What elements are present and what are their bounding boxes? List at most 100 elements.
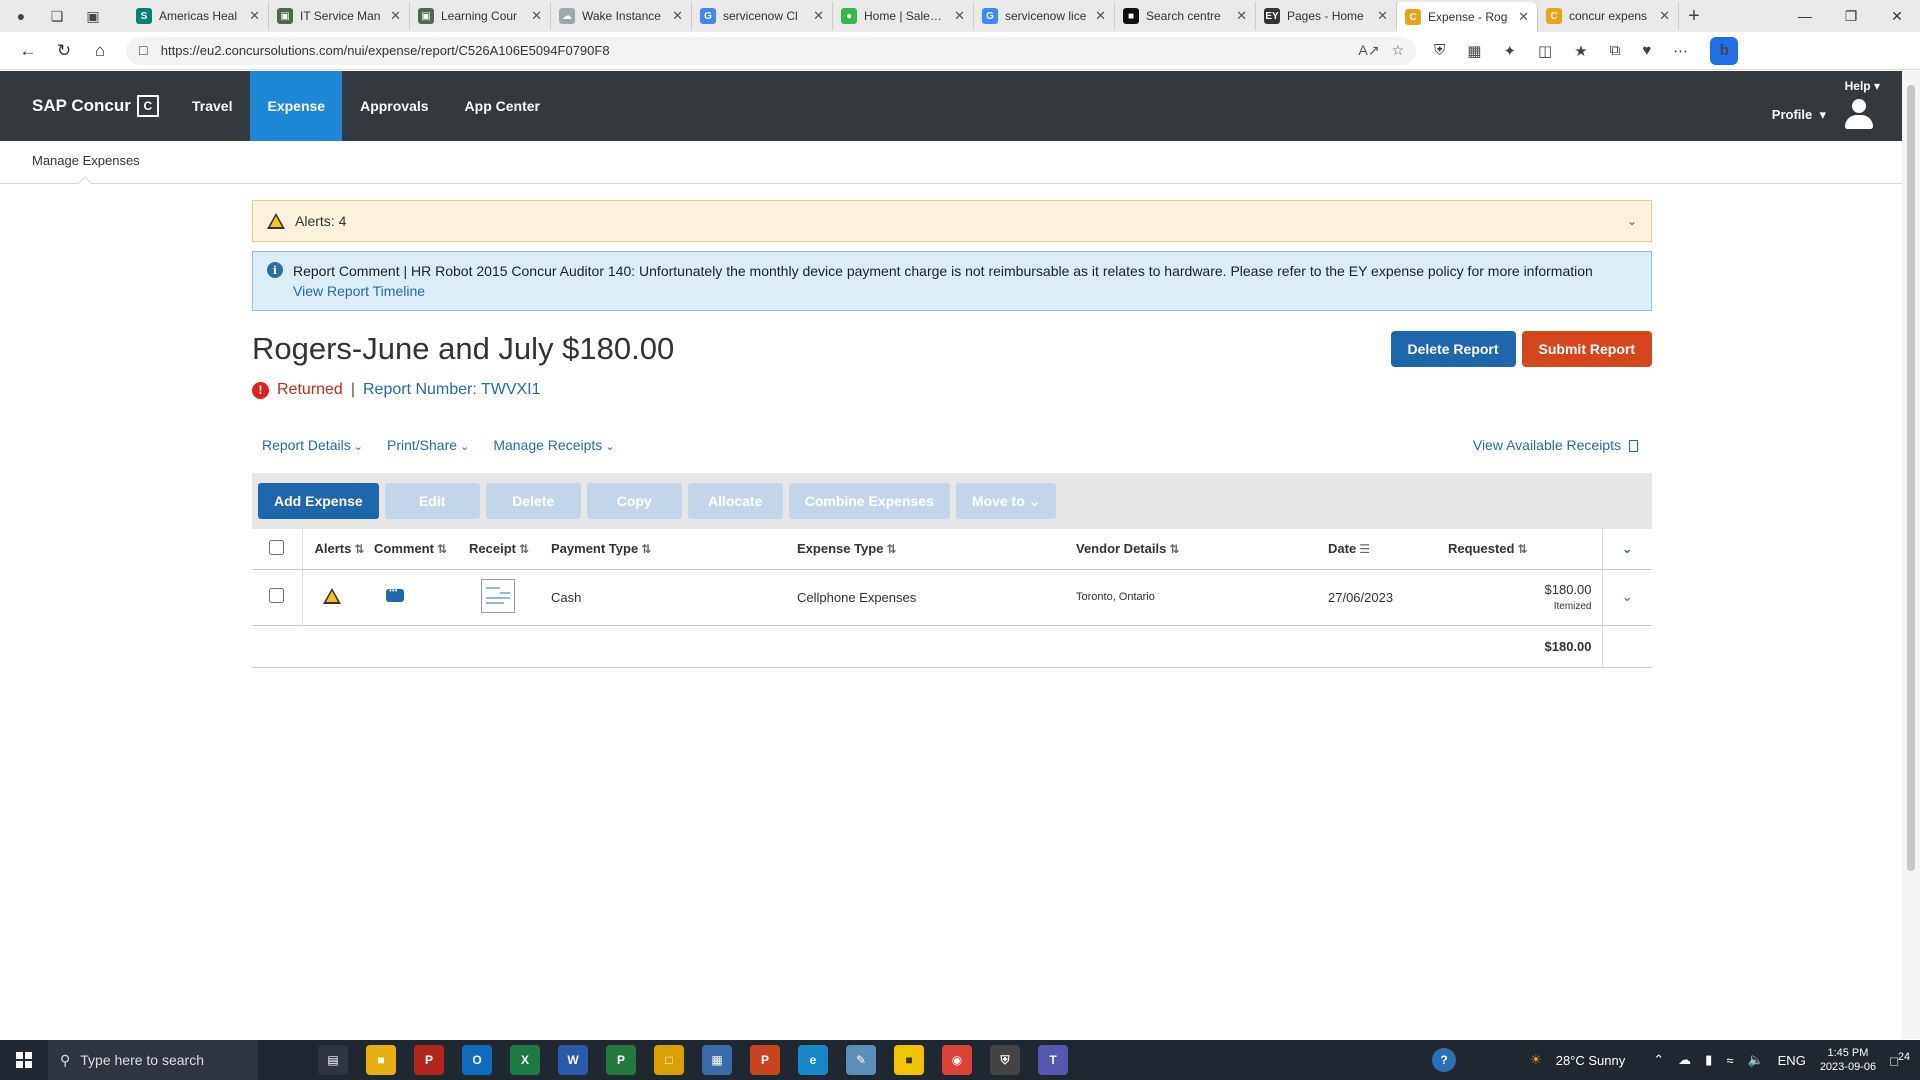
tab-close-icon[interactable]: ✕ — [1659, 8, 1670, 24]
col-expense-type[interactable]: Expense Type ⇅ — [797, 529, 1076, 570]
chrome-icon[interactable]: ◉ — [942, 1045, 972, 1075]
browser-tab[interactable]: ☁ Wake Instance ✕ — [551, 2, 692, 30]
minimize-icon[interactable]: — — [1782, 8, 1828, 25]
read-aloud-icon[interactable]: A↗ — [1358, 42, 1379, 59]
language-indicator[interactable]: ENG — [1778, 1053, 1806, 1068]
browser-tab[interactable]: EY Pages - Home ✕ — [1256, 2, 1397, 30]
scrollbar-thumb[interactable] — [1907, 85, 1915, 871]
tab-close-icon[interactable]: ✕ — [1095, 8, 1106, 24]
sticky-notes-icon[interactable]: ■ — [894, 1045, 924, 1075]
taskbar-clock[interactable]: 1:45 PM 2023-09-06 — [1820, 1046, 1876, 1074]
sap-concur-logo[interactable]: SAP Concur C — [0, 71, 174, 141]
new-tab-button[interactable]: + — [1679, 5, 1709, 28]
restore-icon[interactable]: ❐ — [1828, 8, 1874, 25]
receipt-thumbnail-icon[interactable] — [481, 578, 515, 613]
folder-app-icon[interactable]: □ — [654, 1045, 684, 1075]
tab-close-icon[interactable]: ✕ — [1236, 8, 1247, 24]
volume-icon[interactable]: 🔈 — [1747, 1052, 1763, 1068]
browser-tab[interactable]: ▣ IT Service Man ✕ — [269, 2, 410, 30]
col-receipt[interactable]: Receipt ⇅ — [469, 529, 551, 570]
delete-button[interactable]: Delete — [485, 483, 581, 519]
taskbar-search[interactable]: ⚲ Type here to search — [48, 1040, 258, 1080]
excel-icon[interactable]: X — [510, 1045, 540, 1075]
weather-text[interactable]: 28°C Sunny — [1556, 1053, 1626, 1068]
delete-report-button[interactable]: Delete Report — [1390, 331, 1516, 367]
copy-button[interactable]: Copy — [586, 483, 682, 519]
nav-app-center[interactable]: App Center — [447, 71, 558, 141]
more-icon[interactable]: ⋯ — [1673, 42, 1688, 60]
refresh-icon[interactable]: ↻ — [46, 41, 82, 61]
tray-overflow-icon[interactable]: ⌃ — [1653, 1052, 1664, 1068]
favorites-icon[interactable]: ★ — [1574, 42, 1587, 60]
calculator-icon[interactable]: ▦ — [702, 1045, 732, 1075]
combine-expenses-button[interactable]: Combine Expenses — [788, 483, 950, 519]
submit-report-button[interactable]: Submit Report — [1521, 331, 1652, 367]
browser-tab[interactable]: ■ Search centre ✕ — [1115, 2, 1256, 30]
notifications-icon[interactable]: □24 — [1890, 1051, 1910, 1068]
print-share-menu[interactable]: Print/Share — [387, 437, 469, 453]
page-scrollbar[interactable] — [1902, 71, 1920, 1039]
security-app-icon[interactable]: ⛨ — [990, 1045, 1020, 1075]
url-text[interactable]: https://eu2.concursolutions.com/nui/expe… — [161, 43, 1347, 58]
browser-tab[interactable]: C Expense - Rog ✕ — [1397, 2, 1538, 32]
nav-expense[interactable]: Expense — [250, 71, 343, 141]
extension-icon[interactable]: ▦ — [1467, 42, 1481, 60]
col-comment[interactable]: Comment ⇅ — [374, 529, 469, 570]
battery-icon[interactable]: ▮ — [1705, 1052, 1712, 1068]
tab-close-icon[interactable]: ✕ — [390, 8, 401, 24]
col-requested[interactable]: Requested ⇅ — [1448, 529, 1602, 570]
browser-tab[interactable]: Cconcur expens ✕ — [1538, 2, 1679, 30]
tab-close-icon[interactable]: ✕ — [672, 8, 683, 24]
nav-approvals[interactable]: Approvals — [342, 71, 446, 141]
tab-close-icon[interactable]: ✕ — [531, 8, 542, 24]
alert-warning-icon[interactable] — [322, 587, 341, 604]
browser-tab[interactable]: Gservicenow Cl ✕ — [692, 2, 833, 30]
col-alerts[interactable]: Alerts ⇅ — [302, 529, 374, 570]
tab-close-icon[interactable]: ✕ — [954, 8, 965, 24]
profile-menu[interactable]: Profile ▾ — [1772, 107, 1826, 123]
col-payment-type[interactable]: Payment Type ⇅ — [551, 529, 797, 570]
move-to-button[interactable]: Move to ⌄ — [955, 483, 1057, 519]
favorite-star-icon[interactable]: ☆ — [1391, 42, 1404, 59]
url-field[interactable]: ☐ https://eu2.concursolutions.com/nui/ex… — [126, 36, 1416, 65]
comment-bubble-icon[interactable] — [386, 586, 404, 602]
chevron-down-icon[interactable]: ⌄ — [1622, 589, 1633, 604]
start-button[interactable] — [0, 1040, 48, 1080]
tab-close-icon[interactable]: ✕ — [1518, 9, 1529, 25]
view-available-receipts-link[interactable]: View Available Receipts — [1473, 437, 1652, 453]
close-window-icon[interactable]: ✕ — [1874, 8, 1920, 25]
browser-tab[interactable]: ● Home | Sales S ✕ — [833, 2, 974, 30]
pdf-app-icon[interactable]: P — [414, 1045, 444, 1075]
table-row[interactable]: Cash Cellphone Expenses Toronto, Ontario… — [252, 569, 1652, 626]
avatar-icon[interactable] — [1844, 99, 1874, 131]
edit-button[interactable]: Edit — [384, 483, 480, 519]
chevron-down-icon[interactable]: ⌄ — [1627, 214, 1637, 228]
browser-tab[interactable]: Gservicenow lice ✕ — [974, 2, 1115, 30]
manage-receipts-menu[interactable]: Manage Receipts — [493, 437, 614, 453]
col-date[interactable]: Date ☰ — [1328, 529, 1448, 570]
tab-close-icon[interactable]: ✕ — [249, 8, 260, 24]
split-screen-icon[interactable]: ◫ — [1538, 42, 1552, 60]
view-report-timeline-link[interactable]: View Report Timeline — [293, 281, 1637, 301]
shield-icon[interactable]: ⛨ — [1434, 42, 1445, 59]
alerts-banner[interactable]: Alerts: 4 ⌄ — [252, 200, 1652, 242]
task-view-icon[interactable]: ▤ — [318, 1045, 348, 1075]
onedrive-icon[interactable]: ☁ — [1678, 1052, 1691, 1068]
help-menu[interactable]: Help ▾ — [1845, 79, 1880, 93]
powerpoint-icon[interactable]: P — [750, 1045, 780, 1075]
row-checkbox[interactable] — [269, 588, 285, 603]
workspaces-icon[interactable]: ❏ — [48, 7, 66, 25]
outlook-icon[interactable]: O — [462, 1045, 492, 1075]
bing-icon[interactable]: b — [1710, 36, 1739, 65]
project-icon[interactable]: P — [606, 1045, 636, 1075]
manage-expenses-link[interactable]: Manage Expenses — [32, 153, 140, 168]
report-details-menu[interactable]: Report Details — [262, 437, 363, 453]
help-tray-icon[interactable]: ? — [1432, 1048, 1457, 1072]
browser-tab[interactable]: ▣ Learning Cour ✕ — [410, 2, 551, 30]
collections-icon[interactable]: ⧉ — [1610, 42, 1621, 59]
edge-icon[interactable]: e — [798, 1045, 828, 1075]
select-all-checkbox[interactable] — [269, 539, 285, 555]
home-icon[interactable]: ⌂ — [82, 41, 118, 61]
teams-icon[interactable]: T — [1038, 1045, 1068, 1075]
tab-close-icon[interactable]: ✕ — [813, 8, 824, 24]
